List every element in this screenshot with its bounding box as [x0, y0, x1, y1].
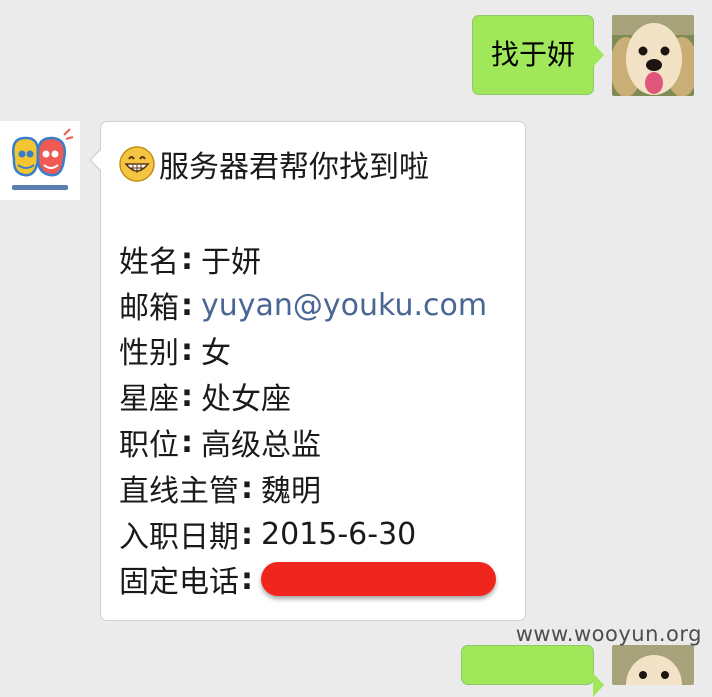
- field-label: 入职日期: [119, 520, 239, 555]
- field-colon: :: [181, 287, 193, 323]
- field-label: 直线主管: [119, 474, 239, 509]
- watermark: www.wooyun.org: [515, 622, 702, 646]
- field-email: 邮箱: yuyan@youku.com: [119, 285, 487, 327]
- user-avatar[interactable]: [612, 15, 694, 96]
- field-position: 职位: 高级总监: [119, 422, 321, 464]
- field-hire-date: 入职日期:2015-6-30: [119, 514, 417, 556]
- redaction-mark: [261, 562, 496, 596]
- dog-avatar-icon: [612, 645, 694, 685]
- field-colon: :: [241, 561, 253, 597]
- field-label: 性别: [119, 336, 179, 371]
- message-text: 找于妍: [490, 38, 575, 71]
- field-colon: :: [181, 241, 193, 277]
- bot-message-header: 服务器君帮你找到啦: [119, 144, 429, 185]
- field-label: 星座: [119, 382, 179, 417]
- field-zodiac: 星座: 处女座: [119, 376, 291, 418]
- field-value: 处女座: [201, 382, 291, 417]
- field-colon: :: [181, 378, 193, 414]
- field-manager: 直线主管: 魏明: [119, 468, 321, 510]
- field-value: 2015-6-30: [261, 516, 417, 552]
- field-label: 邮箱: [119, 291, 179, 326]
- bot-message-bubble[interactable]: 服务器君帮你找到啦 姓名: 于妍 邮箱: yuyan@youku.com 性别: 女 …: [89, 121, 526, 621]
- field-label: 职位: [119, 428, 179, 463]
- dog-avatar-icon: [612, 15, 694, 96]
- field-colon: :: [241, 516, 253, 552]
- my-message-bubble-partial[interactable]: [461, 645, 604, 697]
- field-colon: :: [181, 332, 193, 368]
- field-landline: 固定电话:: [119, 559, 496, 600]
- field-name: 姓名: 于妍: [119, 239, 261, 281]
- bot-header-text: 服务器君帮你找到啦: [159, 150, 429, 185]
- field-value: 魏明: [261, 474, 321, 509]
- field-colon: :: [181, 424, 193, 460]
- field-value: 于妍: [201, 245, 261, 280]
- field-colon: :: [241, 470, 253, 506]
- field-label: 姓名: [119, 245, 179, 280]
- field-value: 高级总监: [201, 428, 321, 463]
- user-avatar-partial[interactable]: [612, 645, 694, 685]
- field-value: 女: [201, 336, 231, 371]
- field-label: 固定电话: [119, 565, 239, 600]
- my-message-bubble[interactable]: 找于妍: [471, 15, 605, 95]
- field-gender: 性别: 女: [119, 330, 231, 372]
- bot-avatar[interactable]: [0, 121, 80, 200]
- bot-logo-icon: [0, 121, 80, 200]
- email-link[interactable]: yuyan@youku.com: [201, 288, 487, 323]
- grinning-face-icon: [119, 146, 155, 182]
